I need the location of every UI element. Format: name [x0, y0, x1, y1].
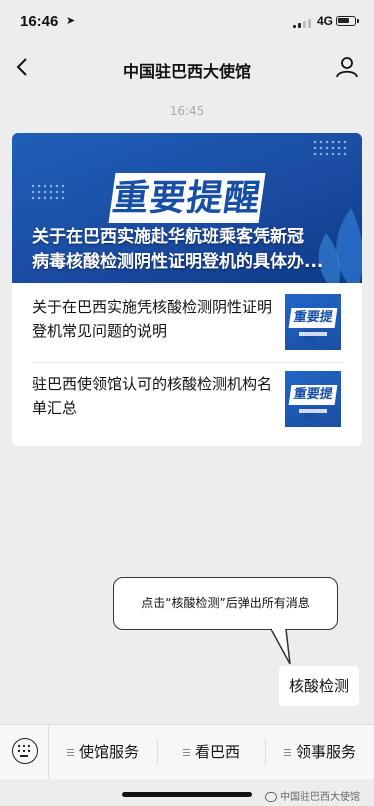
status-time: 16:46	[20, 13, 59, 30]
banner-headline[interactable]: 关于在巴西实施赴华航班乘客凭新冠 病毒核酸检测阴性证明登机的具体办...	[32, 225, 352, 275]
article-title: 关于在巴西实施凭核酸检测阴性证明登机常见问题的说明	[32, 298, 273, 340]
menu-lines-icon	[182, 749, 190, 756]
message-timestamp: 16:45	[169, 104, 205, 118]
annotation-callout: 点击“核酸检测”后弹出所有消息	[113, 577, 338, 630]
callout-tail	[270, 628, 291, 665]
watermark: 中国驻巴西大使馆	[265, 788, 360, 803]
menu-lines-icon	[283, 749, 291, 756]
article-banner[interactable]: 重要提醒 关于在巴西实施赴华航班乘客凭新冠 病毒核酸检测阴性证明登机的具体办..…	[12, 133, 362, 283]
menu-see-brazil[interactable]: 看巴西	[158, 725, 265, 779]
status-bar: 16:46 ➤ 4G	[0, 0, 374, 46]
keyboard-icon[interactable]	[12, 738, 38, 764]
article-list-item[interactable]: 驻巴西使领馆认可的核酸检测机构名单汇总 重要提醒	[12, 366, 362, 440]
divider	[32, 362, 342, 363]
banner-headline-line: 关于在巴西实施赴华航班乘客凭新冠	[32, 227, 304, 247]
article-list-item[interactable]: 关于在巴西实施凭核酸检测阴性证明登机常见问题的说明 重要提醒	[12, 289, 362, 363]
menu-consular-services[interactable]: 领事服务	[266, 725, 374, 779]
banner-logo: 重要提醒	[108, 173, 266, 223]
menu-embassy-services[interactable]: 使馆服务	[49, 725, 157, 779]
nav-bar: 中国驻巴西大使馆	[0, 46, 374, 90]
bottom-menu-bar: 使馆服务 看巴西 领事服务	[0, 724, 374, 779]
article-thumbnail: 重要提醒	[285, 371, 341, 427]
article-title: 驻巴西使领馆认可的核酸检测机构名单汇总	[32, 375, 273, 417]
wechat-icon	[265, 792, 277, 802]
article-thumbnail: 重要提醒	[285, 294, 341, 350]
article-card[interactable]: 重要提醒 关于在巴西实施赴华航班乘客凭新冠 病毒核酸检测阴性证明登机的具体办..…	[12, 133, 362, 446]
page-title: 中国驻巴西大使馆	[122, 62, 251, 81]
battery-icon	[336, 16, 359, 26]
nucleic-test-button[interactable]: 核酸检测	[279, 666, 359, 706]
location-arrow-icon: ➤	[66, 14, 76, 27]
user-profile-icon[interactable]	[335, 55, 359, 79]
dots-decoration	[312, 139, 348, 159]
banner-headline-line: 病毒核酸检测阴性证明登机的具体办...	[32, 252, 324, 272]
menu-lines-icon	[66, 749, 74, 756]
dots-decoration	[30, 183, 66, 203]
home-indicator[interactable]	[122, 792, 252, 797]
signal-icon	[293, 17, 313, 28]
network-label: 4G	[317, 14, 334, 28]
